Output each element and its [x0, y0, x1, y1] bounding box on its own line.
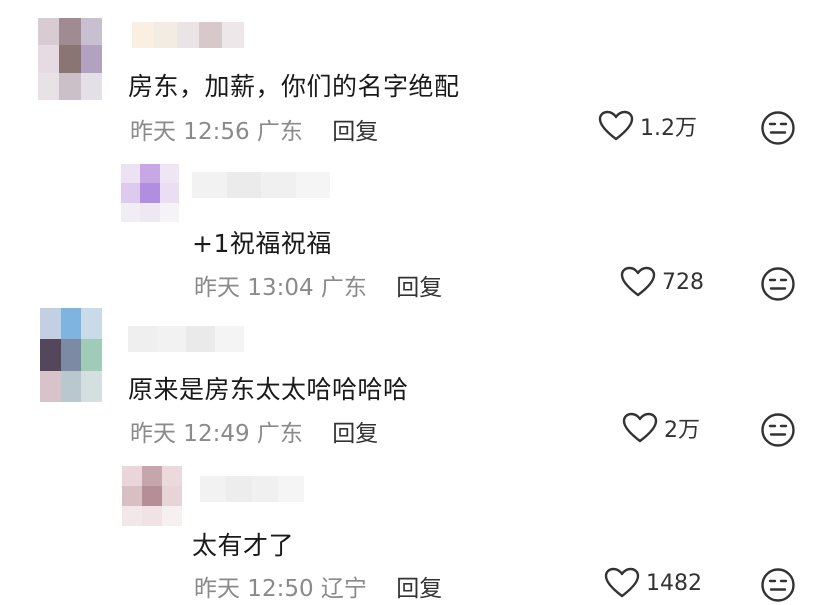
comment-location: 广东 [256, 119, 303, 145]
like-button[interactable]: 1.2万 [598, 110, 697, 142]
username[interactable] [128, 326, 244, 352]
reply-button[interactable]: 回复 [332, 421, 378, 447]
heart-icon [622, 412, 658, 443]
comment-meta: 昨天 12:49 广东 回复 [130, 414, 378, 448]
dislike-face-icon[interactable] [760, 412, 796, 448]
like-count: 1.2万 [640, 116, 697, 141]
like-button[interactable]: 728 [620, 266, 704, 298]
like-count: 728 [662, 269, 704, 295]
username[interactable] [132, 22, 245, 48]
dislike-face-icon[interactable] [760, 266, 796, 302]
comment-text: +1祝福祝福 [192, 229, 332, 258]
comment-location: 辽宁 [320, 576, 367, 602]
like-count: 2万 [664, 418, 700, 443]
username[interactable] [192, 172, 330, 198]
username[interactable] [200, 476, 304, 502]
like-count: 1482 [646, 570, 702, 596]
comment-meta: 昨天 12:56 广东 回复 [130, 112, 378, 146]
reply-button[interactable]: 回复 [332, 119, 378, 145]
avatar[interactable] [38, 18, 102, 100]
like-button[interactable]: 1482 [604, 567, 702, 599]
comment-meta: 昨天 13:04 广东 回复 [194, 268, 442, 302]
comment-location: 广东 [320, 275, 367, 301]
comment-meta: 昨天 12:50 辽宁 回复 [194, 569, 442, 603]
avatar[interactable] [40, 308, 102, 402]
like-button[interactable]: 2万 [622, 412, 700, 444]
comment-time: 昨天 13:04 [194, 275, 314, 301]
comment-location: 广东 [256, 421, 303, 447]
heart-icon [598, 110, 634, 141]
comment-time: 昨天 12:50 [194, 576, 314, 602]
comment-text: 太有才了 [192, 531, 295, 560]
dislike-face-icon[interactable] [760, 567, 796, 603]
comment-time: 昨天 12:56 [130, 119, 250, 145]
comment-text: 房东，加薪，你们的名字绝配 [128, 72, 460, 101]
avatar[interactable] [121, 164, 179, 222]
heart-icon [620, 266, 656, 297]
dislike-face-icon[interactable] [760, 110, 796, 146]
comment-text: 原来是房东太太哈哈哈哈 [128, 375, 409, 404]
reply-button[interactable]: 回复 [396, 576, 442, 602]
heart-icon [604, 567, 640, 598]
avatar[interactable] [122, 466, 182, 526]
reply-button[interactable]: 回复 [396, 275, 442, 301]
comment-time: 昨天 12:49 [130, 421, 250, 447]
